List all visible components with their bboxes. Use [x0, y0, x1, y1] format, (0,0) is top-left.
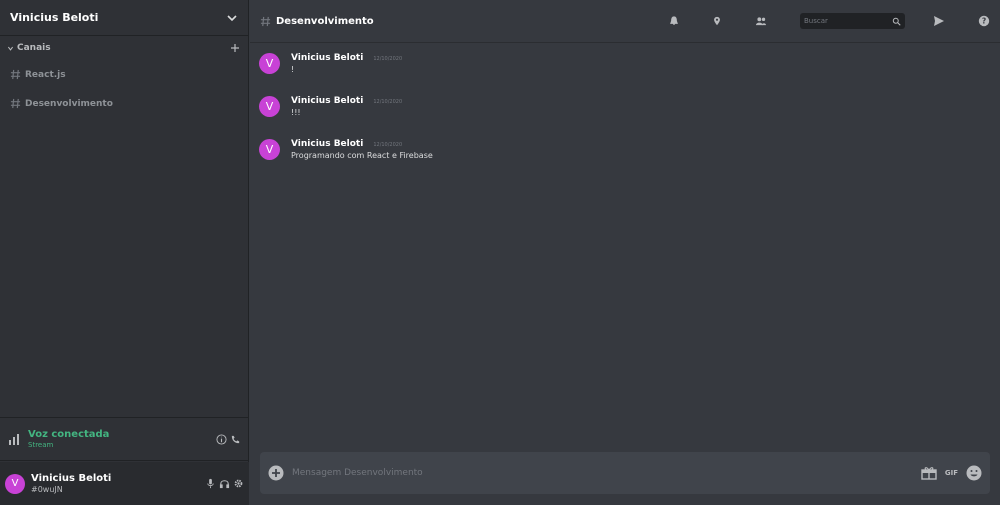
server-header[interactable]: Vinicius Beloti	[0, 0, 248, 36]
search-box[interactable]	[800, 13, 905, 29]
message-composer: GIF	[260, 452, 990, 494]
avatar[interactable]: V	[259, 53, 280, 74]
gift-icon[interactable]	[921, 466, 937, 480]
pin-icon[interactable]	[712, 16, 722, 26]
channel-label: React.js	[25, 69, 66, 80]
channel-header: Desenvolvimento ?	[250, 0, 1000, 43]
chevron-down-icon	[7, 46, 14, 51]
message-author[interactable]: Vinicius Beloti	[291, 96, 363, 106]
hash-icon	[10, 98, 21, 109]
message-author[interactable]: Vinicius Beloti	[291, 53, 363, 63]
search-input[interactable]	[804, 17, 892, 25]
server-name: Vinicius Beloti	[10, 11, 99, 24]
send-icon[interactable]	[933, 15, 945, 27]
help-icon[interactable]: ?	[978, 15, 990, 27]
members-icon[interactable]	[755, 16, 767, 26]
headphones-icon[interactable]	[219, 478, 230, 489]
user-panel: V Vinicius Beloti #0wuJN	[0, 462, 249, 505]
chevron-down-icon[interactable]	[226, 12, 238, 24]
svg-text:?: ?	[982, 17, 986, 26]
hash-icon	[10, 69, 21, 80]
user-tag: #0wuJN	[31, 485, 63, 494]
avatar[interactable]: V	[259, 96, 280, 117]
sidebar-item-reactjs[interactable]: React.js	[0, 60, 248, 89]
message-text: !	[291, 65, 295, 74]
message-text: !!!	[291, 108, 301, 117]
message-author[interactable]: Vinicius Beloti	[291, 139, 363, 149]
message: V Vinicius Beloti 12/10/2020 !!!	[259, 96, 402, 117]
message: V Vinicius Beloti 12/10/2020 Programando…	[259, 139, 433, 160]
main-panel: Desenvolvimento ? V Vinicius Beloti 12/1…	[250, 0, 1000, 505]
category-label: Canais	[17, 43, 51, 53]
sidebar-item-desenvolvimento[interactable]: Desenvolvimento	[0, 89, 248, 118]
message-timestamp: 12/10/2020	[373, 99, 403, 105]
category-canais[interactable]: Canais	[0, 36, 248, 60]
add-channel-icon[interactable]	[230, 43, 240, 53]
phone-icon[interactable]	[230, 434, 241, 445]
microphone-icon[interactable]	[205, 478, 216, 489]
message-input[interactable]	[292, 468, 921, 478]
bell-icon[interactable]	[669, 16, 679, 26]
channel-label: Desenvolvimento	[25, 98, 113, 109]
gear-icon[interactable]	[233, 478, 244, 489]
gif-button[interactable]: GIF	[945, 469, 958, 477]
hash-icon	[260, 16, 271, 26]
avatar[interactable]: V	[5, 473, 25, 494]
message-text: Programando com React e Firebase	[291, 151, 433, 160]
info-icon[interactable]	[216, 433, 227, 445]
emoji-icon[interactable]	[966, 465, 982, 481]
search-icon[interactable]	[892, 17, 901, 26]
user-name: Vinicius Beloti	[31, 473, 112, 484]
message-timestamp: 12/10/2020	[373, 56, 403, 62]
voice-status: Voz conectada	[28, 429, 110, 440]
message-timestamp: 12/10/2020	[373, 142, 403, 148]
voice-substatus: Stream	[28, 441, 54, 449]
page-title: Desenvolvimento	[276, 15, 374, 27]
add-attachment-icon[interactable]	[268, 465, 284, 481]
signal-bars-icon[interactable]	[8, 433, 20, 445]
avatar[interactable]: V	[259, 139, 280, 160]
message: V Vinicius Beloti 12/10/2020 !	[259, 53, 402, 74]
voice-connected-panel: Voz conectada Stream	[0, 417, 249, 461]
